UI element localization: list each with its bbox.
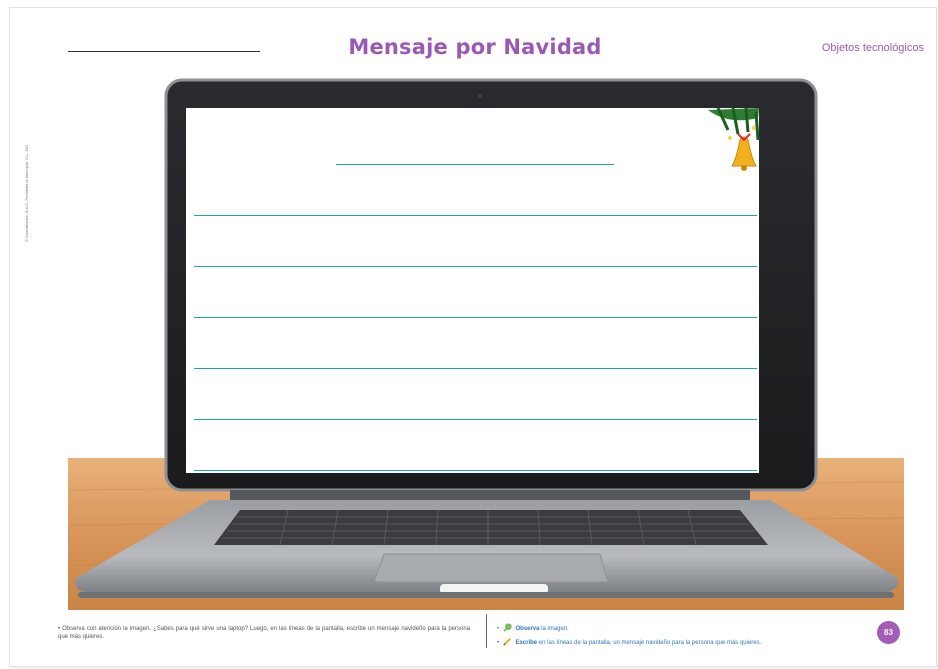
trackpad [373,553,609,583]
writing-line[interactable] [194,470,757,471]
writing-line[interactable] [194,419,757,420]
step-write-text: en las líneas de la pantalla, un mensaje… [537,640,762,646]
step-observe-text: la imagen. [539,626,569,632]
pencil-icon [503,638,511,646]
steps-list: • Observa la imagen. • Escribe en las lí… [497,622,867,650]
writing-line[interactable] [194,368,757,369]
worksheet-page: Mensaje por Navidad Objetos tecnológicos… [10,8,936,666]
laptop-illustration [68,70,904,610]
step-observe: • Observa la imagen. [497,622,867,636]
webcam-icon [478,94,482,98]
keyboard [214,510,768,545]
copyright-note: © Coordinación S.A.C. Prohibida la fotoc… [24,144,29,242]
footer-divider [486,614,487,648]
page-title: Mensaje por Navidad [348,35,602,59]
name-line[interactable] [68,51,260,52]
writing-line[interactable] [194,215,757,216]
step-write-verb: Escribe [515,640,538,646]
writing-line-title[interactable] [336,164,614,165]
instruction-text: • Observa con atención la imagen. ¿Sabes… [58,626,470,640]
page-number-badge: 83 [877,621,900,644]
writing-area [186,108,759,473]
writing-line[interactable] [194,317,757,318]
writing-line[interactable] [194,266,757,267]
magnifier-icon [503,623,512,632]
step-write: • Escribe en las líneas de la pantalla, … [497,636,867,650]
step-observe-verb: Observa [515,626,540,632]
topic-label: Objetos tecnológicos [821,42,924,54]
